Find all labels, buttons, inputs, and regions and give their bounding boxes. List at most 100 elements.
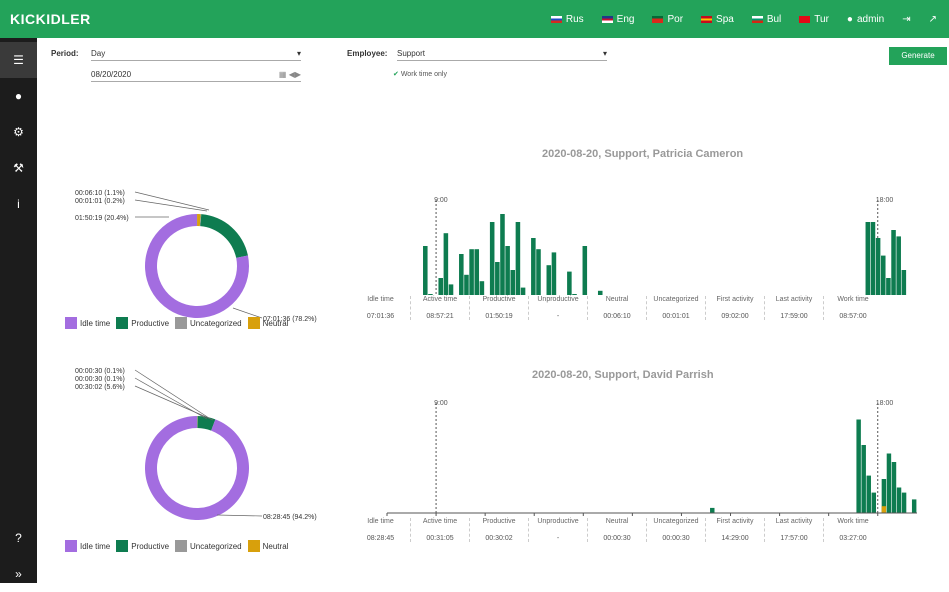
user-name: admin bbox=[857, 14, 884, 25]
lang-spa[interactable]: Spa bbox=[701, 14, 734, 25]
bar-neutral[interactable] bbox=[882, 506, 886, 513]
bar-productive[interactable] bbox=[598, 291, 603, 295]
bar-productive[interactable] bbox=[867, 476, 871, 513]
legend-swatch bbox=[65, 317, 77, 329]
legend-label: Productive bbox=[131, 542, 169, 551]
legend-uncategorized[interactable]: Uncategorized bbox=[175, 317, 242, 329]
generate-button[interactable]: Generate bbox=[889, 47, 947, 65]
bar-productive[interactable] bbox=[886, 278, 891, 295]
bar-productive[interactable] bbox=[872, 493, 876, 513]
bar-productive[interactable] bbox=[423, 246, 428, 295]
bar-productive[interactable] bbox=[891, 230, 896, 295]
bar-productive[interactable] bbox=[871, 222, 876, 295]
bar-productive[interactable] bbox=[521, 288, 526, 295]
bar-productive[interactable] bbox=[490, 222, 495, 295]
help-icon[interactable]: ? bbox=[0, 520, 37, 556]
bar-productive[interactable] bbox=[474, 249, 479, 295]
bar-productive[interactable] bbox=[912, 499, 916, 513]
bar-productive[interactable] bbox=[547, 265, 552, 295]
info-icon[interactable]: i bbox=[0, 186, 37, 222]
wrench-icon[interactable]: ⚒ bbox=[0, 150, 37, 186]
lang-por[interactable]: Por bbox=[652, 14, 683, 25]
pie-slice-idle-time[interactable] bbox=[145, 416, 249, 520]
bar-productive[interactable] bbox=[902, 493, 906, 513]
legend-productive[interactable]: Productive bbox=[116, 317, 169, 329]
lang-label: Bul bbox=[767, 14, 781, 25]
lang-tur[interactable]: Tur bbox=[799, 14, 829, 25]
legend-label: Neutral bbox=[263, 542, 289, 551]
bar-productive[interactable] bbox=[516, 222, 521, 295]
fullscreen-icon[interactable]: ↗ bbox=[929, 14, 937, 25]
lang-bul[interactable]: Bul bbox=[752, 14, 781, 25]
stats-row-1: Idle time07:01:36Active time08:57:21Prod… bbox=[351, 296, 882, 320]
chevron-down-icon: ▾ bbox=[603, 49, 607, 58]
bar-productive[interactable] bbox=[567, 272, 572, 295]
bar-productive[interactable] bbox=[469, 249, 474, 295]
period-select[interactable]: Day▾ bbox=[91, 47, 301, 61]
flag-icon bbox=[602, 16, 613, 23]
gears-icon[interactable]: ⚙ bbox=[0, 114, 37, 150]
stat-cell: Neutral00:00:30 bbox=[587, 518, 646, 542]
bar-productive[interactable] bbox=[572, 294, 577, 295]
legend-idle[interactable]: Idle time bbox=[65, 317, 110, 329]
bar-productive[interactable] bbox=[428, 294, 433, 295]
bar-productive[interactable] bbox=[861, 445, 865, 513]
bar-productive[interactable] bbox=[495, 262, 500, 295]
stat-header: Neutral bbox=[588, 518, 646, 525]
bar-productive[interactable] bbox=[583, 246, 588, 295]
bar-productive[interactable] bbox=[897, 488, 901, 514]
lang-label: Spa bbox=[716, 14, 734, 25]
bar-productive[interactable] bbox=[500, 214, 505, 295]
stat-value: 17:59:00 bbox=[765, 313, 823, 320]
stat-header: Work time bbox=[824, 518, 882, 525]
app-logo[interactable]: KICKIDLER bbox=[10, 11, 91, 27]
bar-productive[interactable] bbox=[902, 270, 907, 295]
worktime-only-checkbox[interactable]: ✔ Work time only bbox=[393, 70, 447, 78]
logout-icon[interactable]: ⇥ bbox=[902, 14, 910, 25]
legend-neutral[interactable]: Neutral bbox=[248, 317, 289, 329]
bar-productive[interactable] bbox=[892, 462, 896, 513]
bar-productive[interactable] bbox=[856, 420, 860, 514]
legend-productive[interactable]: Productive bbox=[116, 540, 169, 552]
calendar-icon[interactable]: ▦ ◀▶ bbox=[279, 70, 301, 79]
pie-slice-productive[interactable] bbox=[200, 214, 248, 258]
expand-icon[interactable]: » bbox=[0, 556, 37, 592]
legend-neutral[interactable]: Neutral bbox=[248, 540, 289, 552]
top-bar: KICKIDLER Rus Eng Por Spa Bul Tur ●admin ⇥ ↗ bbox=[0, 0, 949, 38]
bar-productive[interactable] bbox=[536, 249, 541, 295]
user-menu[interactable]: ●admin bbox=[847, 14, 884, 25]
bar-productive[interactable] bbox=[510, 270, 515, 295]
bar-productive[interactable] bbox=[896, 236, 901, 295]
bar-productive[interactable] bbox=[887, 454, 891, 514]
stat-header: Neutral bbox=[588, 296, 646, 303]
bar-productive[interactable] bbox=[480, 281, 485, 295]
bar-productive[interactable] bbox=[531, 238, 536, 295]
legend-label: Uncategorized bbox=[190, 542, 242, 551]
bar-productive[interactable] bbox=[444, 233, 449, 295]
legend-idle[interactable]: Idle time bbox=[65, 540, 110, 552]
bar-productive[interactable] bbox=[505, 246, 510, 295]
bar-productive[interactable] bbox=[881, 256, 886, 295]
bar-productive[interactable] bbox=[866, 222, 871, 295]
bar-productive[interactable] bbox=[552, 252, 557, 295]
bar-productive[interactable] bbox=[876, 238, 881, 295]
lang-rus[interactable]: Rus bbox=[551, 14, 584, 25]
user-icon[interactable]: ● bbox=[0, 78, 37, 114]
pie-chart-2: 00:00:30 (0.1%)00:00:30 (0.1%)00:30:02 (… bbox=[57, 363, 347, 523]
employee-select[interactable]: Support▾ bbox=[397, 47, 607, 61]
menu-icon[interactable]: ☰ bbox=[0, 42, 37, 78]
bar-productive[interactable] bbox=[464, 275, 469, 295]
stat-cell: First activity14:29:00 bbox=[705, 518, 764, 542]
pie-annotation: 00:00:30 (0.1%) bbox=[75, 368, 125, 375]
flag-icon bbox=[652, 16, 663, 23]
bar-productive[interactable] bbox=[449, 284, 454, 295]
bar-productive[interactable] bbox=[459, 254, 464, 295]
lang-eng[interactable]: Eng bbox=[602, 14, 635, 25]
legend-uncategorized[interactable]: Uncategorized bbox=[175, 540, 242, 552]
bar-productive[interactable] bbox=[438, 278, 443, 295]
stat-cell: Unproductive- bbox=[528, 296, 587, 320]
date-input[interactable]: 08/20/2020▦ ◀▶ bbox=[91, 68, 301, 82]
bar-productive[interactable] bbox=[710, 508, 714, 513]
stat-value: 03:27:00 bbox=[824, 535, 882, 542]
stat-value: 17:57:00 bbox=[765, 535, 823, 542]
